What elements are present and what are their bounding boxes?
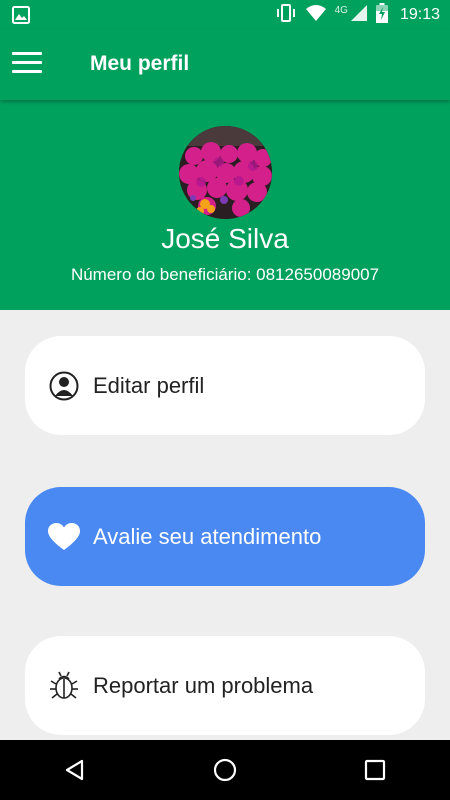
recents-icon[interactable] — [345, 740, 405, 800]
bug-icon — [47, 669, 81, 703]
page-title: Meu perfil — [90, 52, 190, 75]
report-problem-button[interactable]: Reportar um problema — [25, 636, 425, 735]
rate-service-button[interactable]: Avalie seu atendimento — [25, 487, 425, 586]
vibrate-icon — [275, 4, 297, 26]
edit-profile-label: Editar perfil — [93, 372, 205, 398]
app-bar: Meu perfil — [0, 30, 450, 100]
user-icon — [47, 369, 81, 403]
back-icon[interactable] — [45, 740, 105, 800]
wifi-icon — [305, 4, 327, 26]
image-notification-icon — [12, 6, 30, 28]
edit-profile-button[interactable]: Editar perfil — [25, 336, 425, 435]
clock: 19:13 — [399, 6, 440, 23]
network-type: 4G — [334, 4, 348, 16]
profile-header: José Silva Número do beneficiário: 08126… — [0, 100, 450, 310]
avatar[interactable] — [179, 126, 272, 219]
home-icon[interactable] — [195, 740, 255, 800]
status-bar: 4G 19:13 — [0, 0, 450, 30]
profile-name: José Silva — [161, 223, 289, 254]
signal-icon — [350, 4, 368, 26]
heart-icon — [47, 520, 81, 554]
beneficiary-number: Número do beneficiário: 0812650089007 — [70, 265, 380, 284]
battery-icon — [375, 3, 388, 27]
rate-service-label: Avalie seu atendimento — [93, 523, 322, 549]
report-problem-label: Reportar um problema — [93, 672, 314, 698]
system-nav-bar — [0, 740, 450, 800]
hamburger-menu-icon[interactable] — [12, 52, 42, 78]
